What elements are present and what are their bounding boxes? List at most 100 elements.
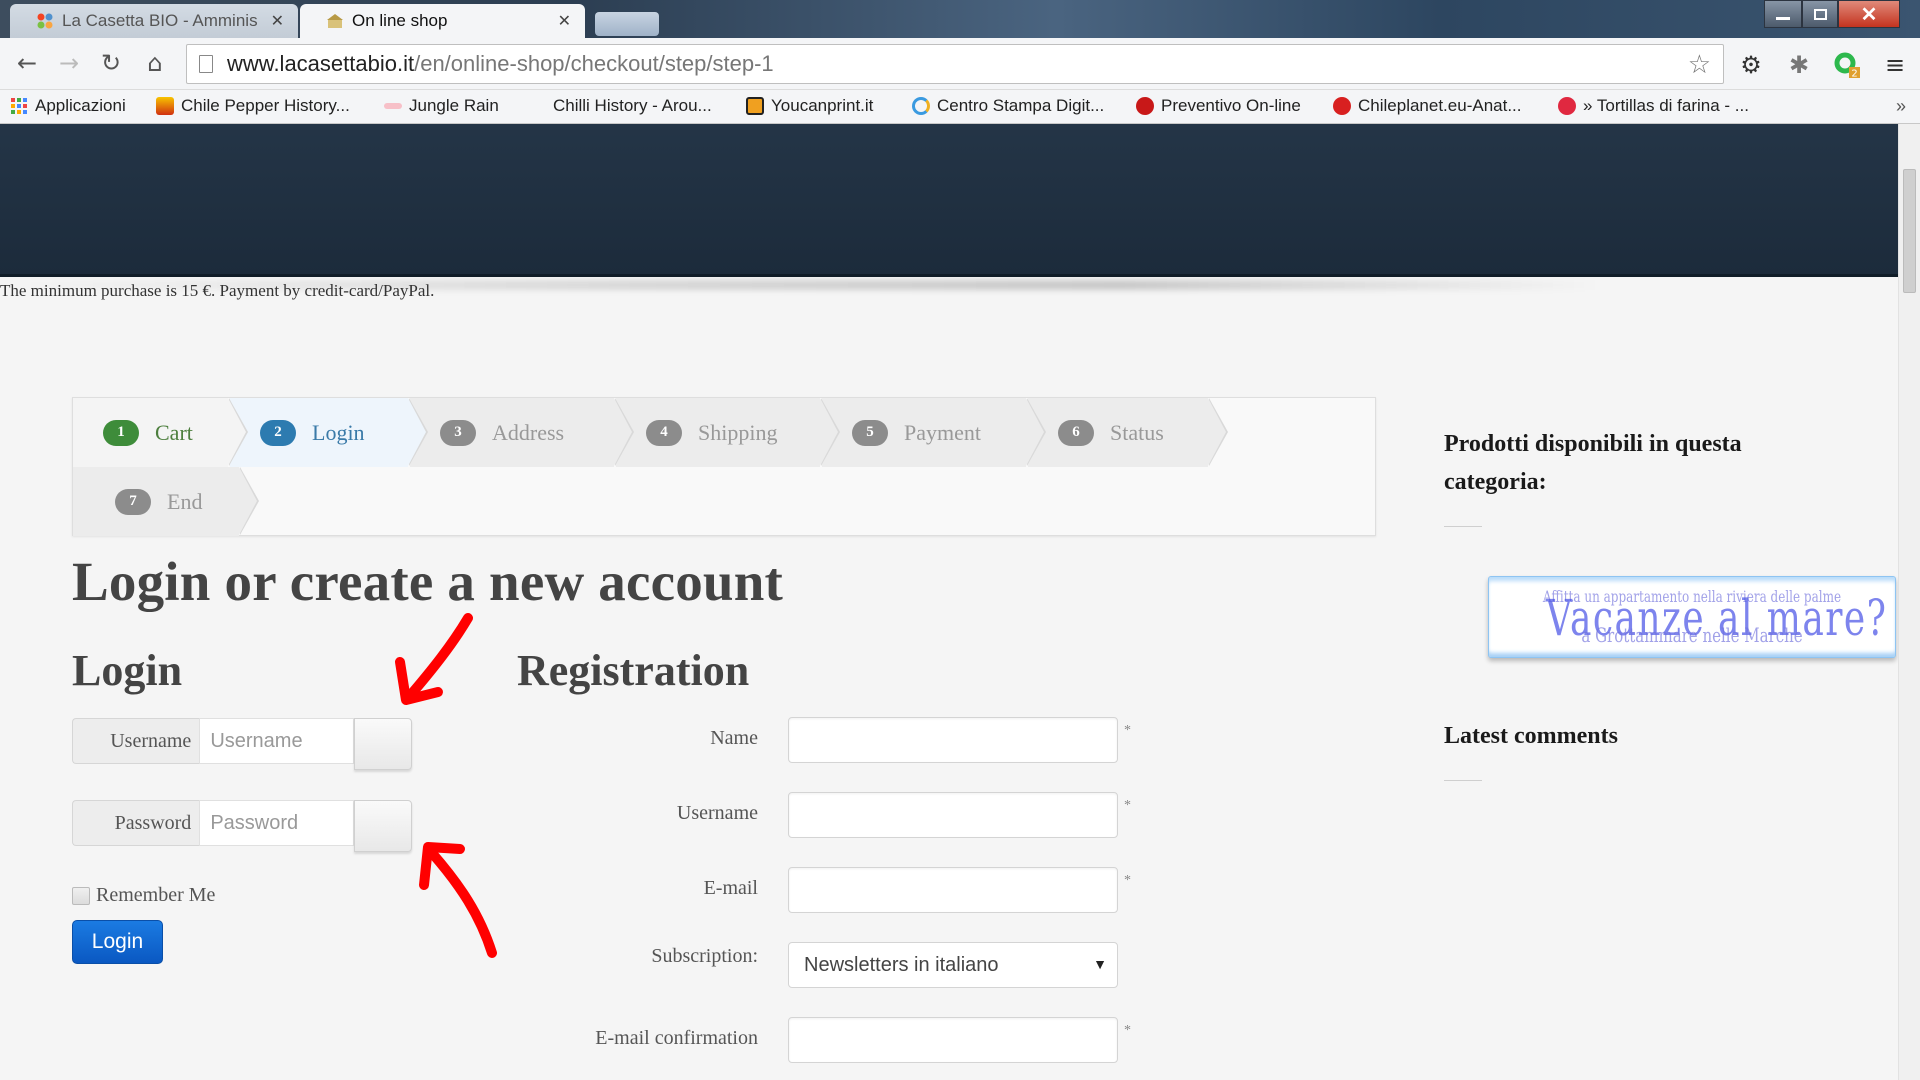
page-scrollbar[interactable] — [1898, 124, 1920, 1080]
step-address[interactable]: 3 Address — [410, 398, 634, 467]
bookmark-label: Jungle Rain — [409, 96, 499, 115]
registration-name-row: Name * — [520, 717, 1140, 763]
site-header — [0, 124, 1898, 277]
step-number: 6 — [1058, 419, 1094, 446]
bookmark-star-icon[interactable]: ☆ — [1688, 49, 1711, 80]
email-confirmation-input[interactable] — [788, 1017, 1118, 1063]
password-input[interactable] — [199, 800, 355, 846]
gear-icon: ⚙ — [1740, 51, 1762, 79]
bookmark-youcanprint[interactable]: Youcanprint.it — [746, 96, 873, 116]
chileplanet-icon — [1333, 97, 1351, 115]
remember-me[interactable]: Remember Me — [72, 884, 215, 907]
bookmark-label: Chileplanet.eu-Anat... — [1358, 96, 1522, 115]
step-label: Payment — [904, 419, 981, 445]
close-tab-icon[interactable]: ✕ — [271, 11, 284, 31]
registration-username-row: Username * — [520, 792, 1140, 838]
page-icon — [199, 55, 213, 73]
step-number: 1 — [103, 419, 139, 446]
registration-email-row: E-mail * — [520, 867, 1140, 913]
address-bar[interactable]: www.lacasettabio.it/en/online-shop/check… — [186, 44, 1724, 84]
bookmark-jungle-rain[interactable]: Jungle Rain — [384, 96, 499, 116]
annotation-arrow-down — [395, 613, 473, 705]
apps-grid-icon — [11, 98, 27, 114]
subscription-value: Newsletters in italiano — [804, 953, 999, 976]
latest-comments-heading: Latest comments — [1444, 723, 1618, 749]
url-host: www.lacasettabio.it — [227, 51, 415, 76]
password-group: Password — [72, 800, 412, 852]
youcanprint-icon — [746, 97, 764, 115]
step-label: Shipping — [698, 419, 778, 445]
red-dot-icon — [1136, 97, 1154, 115]
step-shipping[interactable]: 4 Shipping — [616, 398, 840, 467]
close-window-button[interactable]: ✕ — [1838, 0, 1900, 28]
close-tab-icon[interactable]: ✕ — [558, 11, 571, 31]
username-label: Username — [72, 718, 200, 764]
login-button[interactable]: Login — [72, 920, 163, 964]
step-cart[interactable]: 1 Cart — [73, 398, 248, 467]
step-login[interactable]: 2 Login — [230, 398, 428, 467]
bookmark-preventivo[interactable]: Preventivo On-line — [1136, 96, 1301, 116]
strawberry-icon — [1558, 97, 1576, 115]
home-button[interactable]: ⌂ — [140, 48, 170, 78]
bookmark-label: Centro Stampa Digit... — [937, 96, 1105, 115]
settings-extension-button[interactable]: ⚙ — [1736, 50, 1766, 80]
green-extension-button[interactable]: 2 — [1832, 50, 1862, 80]
username-group: Username — [72, 718, 412, 770]
chrome-menu-button[interactable]: ≡ — [1880, 50, 1910, 80]
reload-button[interactable]: ↻ — [96, 48, 126, 78]
bug-icon: ✱ — [1788, 51, 1810, 79]
restore-button[interactable] — [1802, 0, 1838, 28]
bookmark-centro-stampa[interactable]: Centro Stampa Digit... — [912, 96, 1104, 116]
password-addon-button[interactable] — [354, 800, 412, 852]
tab-la-casetta-admin[interactable]: La Casetta BIO - Amminis ✕ — [10, 4, 298, 38]
subscription-select[interactable]: Newsletters in italiano ▼ — [788, 942, 1118, 988]
registration-heading: Registration — [517, 646, 750, 695]
new-tab-button[interactable] — [595, 12, 659, 36]
bookmarks-bar: Applicazioni Chile Pepper History... Jun… — [0, 90, 1920, 124]
bookmark-chileplanet[interactable]: Chileplanet.eu-Anat... — [1333, 96, 1522, 116]
step-status[interactable]: 6 Status — [1028, 398, 1228, 467]
step-label: Login — [312, 419, 365, 445]
registration-email-confirmation-row: E-mail confirmation * — [520, 1017, 1140, 1063]
bug-extension-button[interactable]: ✱ — [1784, 50, 1814, 80]
tab-online-shop[interactable]: On line shop ✕ — [300, 4, 585, 38]
bookmark-tortillas[interactable]: » Tortillas di farina - ... — [1558, 96, 1749, 116]
vacanze-ad-banner[interactable]: Affitta un appartamento nella riviera de… — [1488, 576, 1896, 658]
annotation-arrow-up — [419, 842, 497, 958]
url-path: /en/online-shop/checkout/step/step-1 — [414, 51, 774, 76]
bookmark-applicazioni[interactable]: Applicazioni — [10, 96, 126, 116]
step-number: 2 — [260, 419, 296, 446]
bookmarks-overflow-button[interactable]: » — [1896, 96, 1906, 117]
step-payment[interactable]: 5 Payment — [822, 398, 1046, 467]
step-number: 5 — [852, 419, 888, 446]
green-ring-icon: 2 — [1834, 52, 1860, 80]
forward-arrow-icon: → — [58, 49, 80, 77]
minimize-button[interactable] — [1764, 0, 1802, 28]
required-marker: * — [1124, 798, 1131, 813]
bookmark-label: Chile Pepper History... — [181, 96, 350, 115]
remember-me-label: Remember Me — [96, 884, 216, 906]
bookmark-chilli-history[interactable]: Chilli History - Arou... — [553, 96, 712, 116]
subscription-label: Subscription: — [651, 945, 758, 967]
products-heading: Prodotti disponibili in questa categoria… — [1444, 431, 1742, 495]
step-label: Cart — [155, 419, 193, 445]
email-label: E-mail — [703, 877, 758, 899]
jungle-rain-icon — [384, 103, 402, 109]
remember-me-checkbox[interactable] — [72, 886, 90, 905]
username-addon-button[interactable] — [354, 718, 412, 770]
email-input[interactable] — [788, 867, 1118, 913]
forward-button[interactable]: → — [54, 48, 84, 78]
back-button[interactable]: ← — [12, 48, 42, 78]
step-end[interactable]: 7 End — [73, 467, 259, 536]
tab-title: On line shop — [352, 11, 448, 30]
step-number: 7 — [115, 488, 151, 515]
name-input[interactable] — [788, 717, 1118, 763]
browser-toolbar: ← → ↻ ⌂ www.lacasettabio.it/en/online-sh… — [0, 38, 1920, 90]
username-input[interactable] — [199, 718, 355, 764]
registration-username-input[interactable] — [788, 792, 1118, 838]
scrollbar-thumb[interactable] — [1903, 169, 1916, 293]
bookmark-label: Chilli History - Arou... — [553, 96, 712, 115]
checkout-steps: 1 Cart 2 Login 3 Address 4 Shipping 5 Pa… — [72, 397, 1376, 536]
hamburger-menu-icon: ≡ — [1884, 51, 1906, 79]
bookmark-chile-pepper-history[interactable]: Chile Pepper History... — [156, 96, 350, 116]
